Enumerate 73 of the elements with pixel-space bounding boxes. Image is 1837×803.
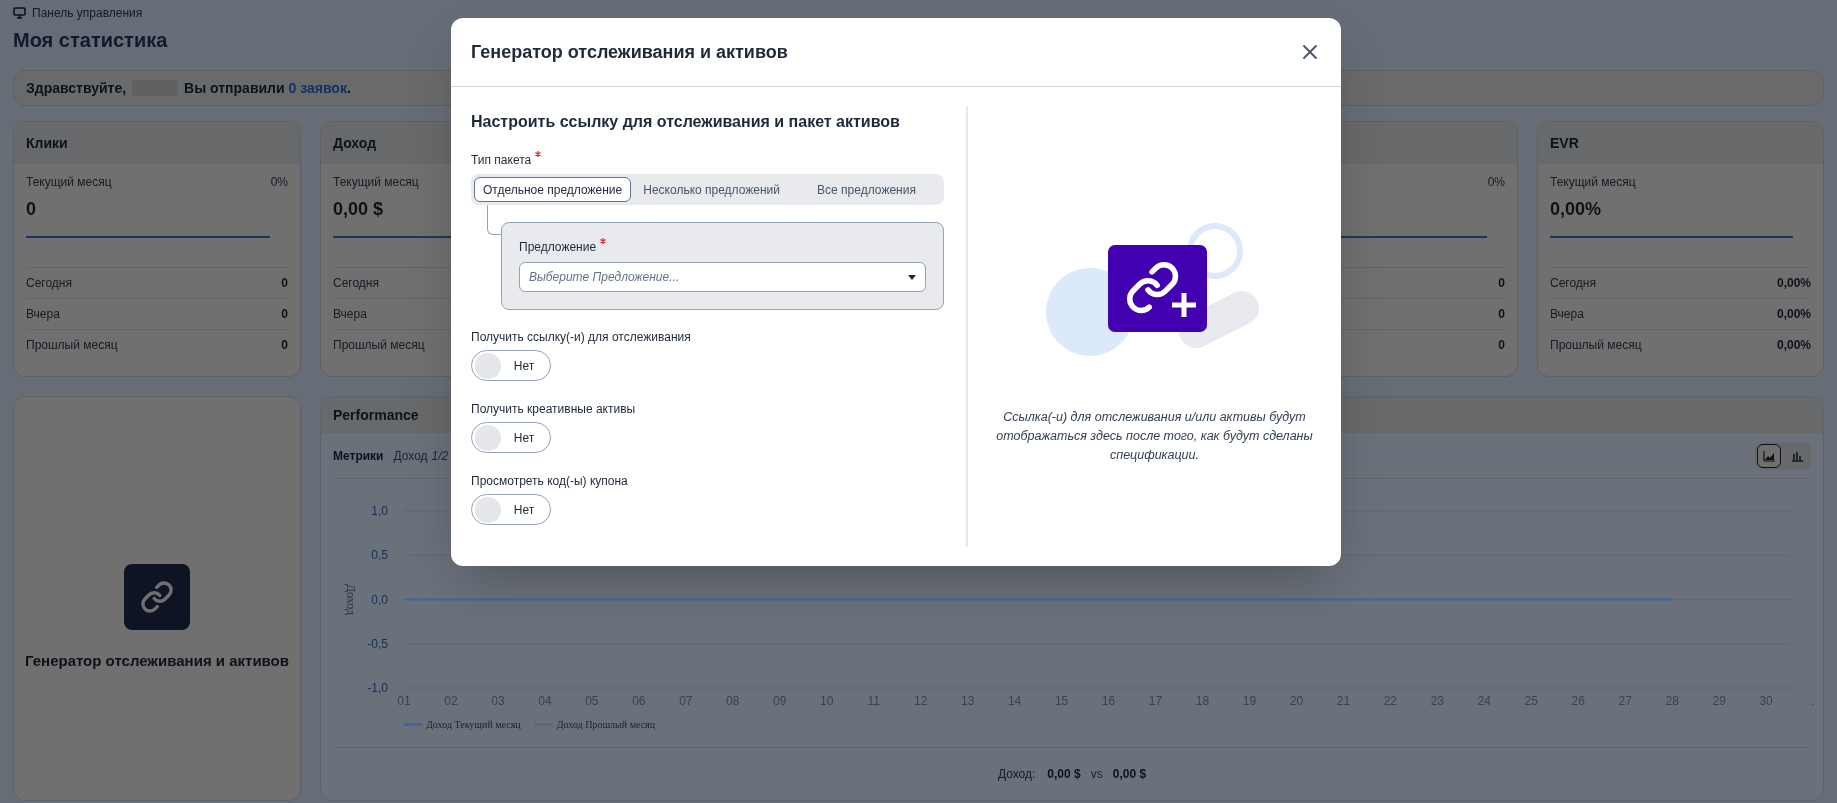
area-chart-icon: [1762, 449, 1776, 462]
message-text: Вы отправили 0 заявок.: [184, 78, 351, 98]
row-label: Сегодня: [333, 275, 379, 292]
package-type-option[interactable]: Несколько предложений: [635, 177, 789, 202]
change-percent: 0%: [1487, 174, 1505, 191]
row-label: Прошлый месяц: [1550, 337, 1642, 354]
row-label: Прошлый месяц: [333, 337, 425, 354]
legend-item[interactable]: Доход Прошлый месяц: [534, 716, 656, 732]
toggle-label: Получить ссылку(-и) для отслеживания: [471, 329, 692, 346]
metric-name[interactable]: Доход: [393, 446, 428, 465]
form-heading: Настроить ссылку для отслеживания и пакет активов: [471, 112, 901, 132]
row-label: Сегодня: [26, 275, 72, 292]
row-value: 0,00%: [1776, 275, 1811, 292]
row-label: Сегодня: [1550, 275, 1596, 292]
breadcrumb[interactable]: Панель управления: [32, 4, 143, 22]
y-axis-title: Доход: [344, 583, 358, 616]
row-label: Прошлый месяц: [26, 337, 118, 354]
metrics-label: Метрики: [333, 447, 384, 465]
current-total: 0,00 $: [1047, 766, 1081, 783]
card-title: Доход: [333, 133, 377, 153]
row-value: 0: [1498, 275, 1505, 292]
row-value: 0,00%: [1776, 337, 1811, 354]
x-axis-label: .: [1811, 694, 1815, 705]
link-icon: [124, 564, 190, 631]
caret-icon: [908, 274, 916, 280]
y-axis-label: -0,5: [367, 636, 388, 651]
stat-value: 0,00%: [1550, 199, 1602, 219]
card-title: Performance: [333, 405, 419, 425]
period-label: Текущий месяц: [1550, 174, 1636, 191]
row-value: 0,00%: [1776, 306, 1811, 323]
y-axis-label: 1,0: [371, 504, 388, 518]
preview-message: Ссылка(-и) для отслеживания и/или активы будут отображаться здесь после того, как будут сделаны спецификации.: [995, 409, 1314, 464]
field-label: Предложение: [519, 239, 597, 256]
legend-item[interactable]: Доход Текущий месяц: [404, 716, 521, 732]
toggle-label: Просмотреть код(-ы) купона: [471, 473, 629, 490]
stat-value: 0,00 $: [333, 199, 384, 219]
period-label: Текущий месяц: [333, 174, 419, 191]
card-title: Генератор отслеживания и активов: [25, 651, 289, 672]
total-label: Доход:: [997, 766, 1036, 783]
toggle-switch[interactable]: Нет: [471, 494, 551, 525]
row-label: Вчера: [26, 306, 60, 323]
vs-label: vs: [1090, 766, 1103, 783]
card-title: Клики: [26, 133, 68, 153]
area-chart-button[interactable]: [1757, 443, 1781, 468]
row-label: Вчера: [333, 306, 367, 323]
toggle-switch[interactable]: Нет: [471, 350, 551, 381]
modal-title: Генератор отслеживания и активов: [471, 40, 788, 64]
page-title: Моя статистика: [13, 28, 168, 53]
card-title: EVR: [1550, 133, 1579, 153]
toggle-switch[interactable]: Нет: [471, 422, 551, 453]
row-label: Вчера: [1550, 306, 1584, 323]
row-value: 0: [1498, 306, 1505, 323]
change-percent: 0%: [270, 174, 288, 191]
page-indicator: 1/2: [431, 447, 449, 465]
greeting-text: Здравствуйте,: [26, 78, 127, 98]
y-axis-label: -1,0: [367, 681, 388, 695]
stat-value: 0: [26, 199, 36, 219]
bar-chart-icon: [1790, 449, 1804, 462]
offer-select[interactable]: Выберите Предложение...: [519, 262, 926, 292]
row-value: 0: [281, 275, 288, 292]
row-value: 0: [281, 306, 288, 323]
previous-total: 0,00 $: [1112, 766, 1147, 783]
field-label: Тип пакета: [471, 152, 532, 169]
tracking-generator-card[interactable]: Генератор отслеживания и активов: [13, 396, 301, 801]
toggle-label: Получить креативные активы: [471, 401, 637, 418]
monitor-icon: [13, 7, 26, 19]
y-axis-label: 0,0: [371, 592, 388, 607]
period-label: Текущий месяц: [26, 174, 112, 191]
row-value: 0: [1498, 337, 1505, 354]
row-value: 0: [281, 337, 288, 354]
package-type-option[interactable]: Все предложения: [792, 177, 941, 202]
y-axis-label: 0,5: [371, 548, 388, 563]
package-type-option[interactable]: Отдельное предложение: [474, 177, 632, 202]
